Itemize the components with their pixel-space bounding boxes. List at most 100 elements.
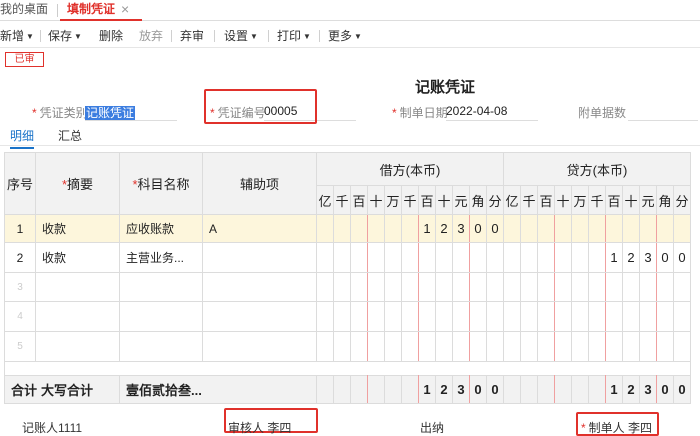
amount-digit-cell[interactable]	[316, 301, 334, 332]
amount-digit-cell[interactable]	[401, 331, 419, 362]
amount-digit-cell[interactable]	[588, 375, 606, 404]
amount-digit-cell[interactable]	[418, 331, 436, 362]
amount-digit-cell[interactable]	[384, 272, 402, 302]
settings-button[interactable]: 设置 ▼	[224, 27, 258, 44]
amount-digit-cell[interactable]	[639, 331, 657, 362]
amount-digit-cell[interactable]	[639, 214, 657, 243]
row-aux-cell[interactable]	[202, 301, 317, 332]
row-aux-cell[interactable]	[202, 272, 317, 302]
amount-digit-cell[interactable]	[520, 214, 538, 243]
amount-digit-cell[interactable]: 1	[418, 375, 436, 404]
amount-digit-cell[interactable]	[503, 375, 521, 404]
amount-digit-cell[interactable]	[469, 242, 487, 273]
row-summary-cell[interactable]	[35, 272, 120, 302]
amount-digit-cell[interactable]	[316, 242, 334, 273]
amount-digit-cell[interactable]	[418, 242, 436, 273]
amount-digit-cell[interactable]	[333, 301, 351, 332]
amount-digit-cell[interactable]	[333, 242, 351, 273]
amount-digit-cell[interactable]	[452, 242, 470, 273]
amount-digit-cell[interactable]	[384, 214, 402, 243]
delete-button[interactable]: 删除	[99, 27, 123, 44]
row-account-cell[interactable]: 应收账款	[119, 214, 203, 243]
amount-digit-cell[interactable]	[384, 331, 402, 362]
amount-digit-cell[interactable]	[401, 375, 419, 404]
amount-digit-cell[interactable]: 1	[605, 375, 623, 404]
amount-digit-cell[interactable]: 1	[418, 214, 436, 243]
row-aux-cell[interactable]: A	[202, 214, 317, 243]
amount-digit-cell[interactable]	[537, 214, 555, 243]
amount-digit-cell[interactable]	[656, 301, 674, 332]
amount-digit-cell[interactable]	[384, 375, 402, 404]
amount-digit-cell[interactable]: 2	[622, 375, 640, 404]
row-summary-cell[interactable]: 收款	[35, 214, 120, 243]
attachments-field[interactable]	[628, 120, 698, 121]
print-button[interactable]: 打印 ▼	[277, 27, 311, 44]
amount-digit-cell[interactable]: 3	[639, 242, 657, 273]
amount-digit-cell[interactable]	[452, 272, 470, 302]
amount-digit-cell[interactable]	[469, 331, 487, 362]
save-button[interactable]: 保存 ▼	[48, 27, 82, 44]
amount-digit-cell[interactable]	[622, 214, 640, 243]
amount-digit-cell[interactable]	[486, 301, 504, 332]
more-button[interactable]: 更多 ▼	[328, 27, 362, 44]
amount-digit-cell[interactable]	[554, 214, 572, 243]
amount-digit-cell[interactable]: 0	[469, 375, 487, 404]
amount-digit-cell[interactable]	[503, 301, 521, 332]
amount-digit-cell[interactable]	[401, 272, 419, 302]
date-field[interactable]: 2022-04-08	[446, 104, 507, 118]
amount-digit-cell[interactable]	[486, 242, 504, 273]
amount-digit-cell[interactable]: 0	[486, 375, 504, 404]
amount-digit-cell[interactable]	[367, 331, 385, 362]
row-aux-cell[interactable]	[202, 242, 317, 273]
amount-digit-cell[interactable]	[554, 242, 572, 273]
amount-digit-cell[interactable]: 2	[622, 242, 640, 273]
amount-digit-cell[interactable]	[622, 272, 640, 302]
amount-digit-cell[interactable]	[350, 242, 368, 273]
amount-digit-cell[interactable]	[367, 214, 385, 243]
amount-digit-cell[interactable]	[503, 272, 521, 302]
amount-digit-cell[interactable]	[384, 242, 402, 273]
amount-digit-cell[interactable]	[622, 301, 640, 332]
row-summary-cell[interactable]	[35, 301, 120, 332]
amount-digit-cell[interactable]	[350, 375, 368, 404]
amount-digit-cell[interactable]	[571, 301, 589, 332]
amount-digit-cell[interactable]: 1	[605, 242, 623, 273]
amount-digit-cell[interactable]: 2	[435, 214, 453, 243]
amount-digit-cell[interactable]	[401, 242, 419, 273]
amount-digit-cell[interactable]	[367, 242, 385, 273]
amount-digit-cell[interactable]	[350, 214, 368, 243]
row-account-cell[interactable]	[119, 331, 203, 362]
table-row[interactable]: 1 收款 应收账款 A 1 2 3 0 0	[4, 214, 691, 243]
amount-digit-cell[interactable]	[401, 214, 419, 243]
amount-digit-cell[interactable]	[605, 272, 623, 302]
amount-digit-cell[interactable]	[367, 375, 385, 404]
amount-digit-cell[interactable]: 3	[639, 375, 657, 404]
unaudit-button[interactable]: 弃审	[180, 27, 204, 44]
amount-digit-cell[interactable]	[486, 272, 504, 302]
row-aux-cell[interactable]	[202, 331, 317, 362]
amount-digit-cell[interactable]	[435, 242, 453, 273]
amount-digit-cell[interactable]: 0	[486, 214, 504, 243]
row-account-cell[interactable]	[119, 272, 203, 302]
amount-digit-cell[interactable]	[588, 214, 606, 243]
discard-button[interactable]: 放弃	[139, 27, 163, 44]
amount-digit-cell[interactable]	[401, 301, 419, 332]
amount-digit-cell[interactable]	[605, 331, 623, 362]
amount-digit-cell[interactable]	[503, 242, 521, 273]
amount-digit-cell[interactable]: 2	[435, 375, 453, 404]
amount-digit-cell[interactable]	[367, 301, 385, 332]
table-row[interactable]: 5	[4, 331, 691, 362]
row-account-cell[interactable]: 主营业务...	[119, 242, 203, 273]
amount-digit-cell[interactable]	[673, 301, 691, 332]
amount-digit-cell[interactable]	[333, 214, 351, 243]
amount-digit-cell[interactable]	[350, 331, 368, 362]
amount-digit-cell[interactable]	[537, 301, 555, 332]
amount-digit-cell[interactable]	[656, 214, 674, 243]
amount-digit-cell[interactable]	[537, 242, 555, 273]
amount-digit-cell[interactable]	[571, 242, 589, 273]
amount-digit-cell[interactable]	[571, 214, 589, 243]
amount-digit-cell[interactable]	[571, 375, 589, 404]
amount-digit-cell[interactable]: 0	[656, 242, 674, 273]
amount-digit-cell[interactable]	[656, 331, 674, 362]
amount-digit-cell[interactable]	[316, 214, 334, 243]
